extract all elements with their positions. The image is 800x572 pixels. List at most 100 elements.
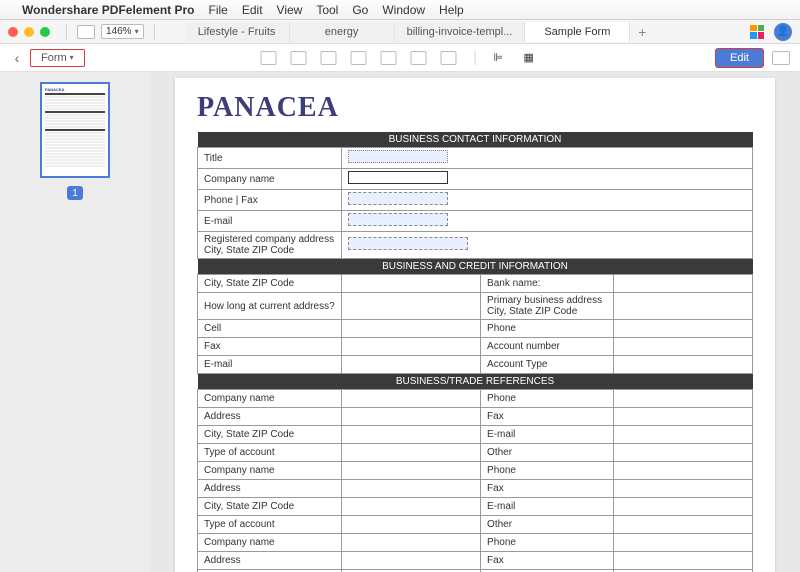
app-name: Wondershare PDFelement Pro bbox=[22, 3, 195, 17]
field-value[interactable] bbox=[342, 426, 481, 444]
field-label: Account Type bbox=[481, 356, 614, 374]
menu-file[interactable]: File bbox=[209, 3, 228, 17]
field-label: E-mail bbox=[481, 426, 614, 444]
menu-window[interactable]: Window bbox=[382, 3, 425, 17]
button-field-icon[interactable] bbox=[411, 51, 427, 65]
field-value[interactable] bbox=[614, 390, 753, 408]
field-label: How long at current address? bbox=[198, 293, 342, 320]
field-value[interactable] bbox=[614, 338, 753, 356]
add-tab-button[interactable]: + bbox=[630, 22, 654, 42]
field-value[interactable] bbox=[342, 169, 753, 190]
field-value[interactable] bbox=[342, 480, 481, 498]
field-value[interactable] bbox=[342, 462, 481, 480]
field-value[interactable] bbox=[342, 356, 481, 374]
section-header: BUSINESS AND CREDIT INFORMATION bbox=[198, 259, 753, 275]
sidebar-toggle-icon[interactable] bbox=[77, 25, 95, 39]
field-value[interactable] bbox=[614, 356, 753, 374]
field-value[interactable] bbox=[342, 516, 481, 534]
field-value[interactable] bbox=[342, 444, 481, 462]
field-label: E-mail bbox=[198, 211, 342, 232]
menu-go[interactable]: Go bbox=[352, 3, 368, 17]
field-value[interactable] bbox=[614, 293, 753, 320]
form-table: BUSINESS CONTACT INFORMATION Title Compa… bbox=[197, 132, 753, 572]
field-label: Address bbox=[198, 408, 342, 426]
more-tool-icon[interactable]: ▦ bbox=[524, 51, 540, 65]
field-value[interactable] bbox=[342, 408, 481, 426]
field-label: Address bbox=[198, 552, 342, 570]
section-header: BUSINESS/TRADE REFERENCES bbox=[198, 374, 753, 390]
field-label: Company name bbox=[198, 169, 342, 190]
signature-field-icon[interactable] bbox=[441, 51, 457, 65]
tab-billing-invoice[interactable]: billing-invoice-templ... bbox=[395, 22, 526, 42]
field-value[interactable] bbox=[342, 211, 753, 232]
field-value[interactable] bbox=[614, 426, 753, 444]
field-value[interactable] bbox=[614, 534, 753, 552]
zoom-window-icon[interactable] bbox=[40, 27, 50, 37]
divider bbox=[66, 24, 67, 40]
field-value[interactable] bbox=[614, 444, 753, 462]
field-label: City, State ZIP Code bbox=[198, 275, 342, 293]
field-label: Phone bbox=[481, 320, 614, 338]
pdf-page: PANACEA BUSINESS CONTACT INFORMATION Tit… bbox=[175, 78, 775, 572]
menubar: Wondershare PDFelement Pro File Edit Vie… bbox=[0, 0, 800, 20]
field-value[interactable] bbox=[614, 516, 753, 534]
minimize-window-icon[interactable] bbox=[24, 27, 34, 37]
field-value[interactable] bbox=[614, 320, 753, 338]
divider bbox=[475, 51, 476, 65]
field-label: Fax bbox=[481, 552, 614, 570]
field-value[interactable] bbox=[342, 320, 481, 338]
page-thumbnail[interactable]: PANACEA bbox=[40, 82, 110, 178]
field-label: City, State ZIP Code bbox=[198, 426, 342, 444]
field-label: Title bbox=[198, 148, 342, 169]
edit-button[interactable]: Edit bbox=[715, 48, 764, 68]
field-value[interactable] bbox=[342, 498, 481, 516]
form-toolbar: ‹ Form▾ ⊫ ▦ Edit bbox=[0, 44, 800, 72]
chevron-down-icon: ▾ bbox=[135, 27, 139, 36]
field-value[interactable] bbox=[614, 275, 753, 293]
field-value[interactable] bbox=[342, 390, 481, 408]
field-value[interactable] bbox=[614, 480, 753, 498]
tab-sample-form[interactable]: Sample Form bbox=[525, 22, 630, 42]
field-value[interactable] bbox=[614, 498, 753, 516]
divider bbox=[154, 24, 155, 40]
field-label: City, State ZIP Code bbox=[198, 498, 342, 516]
panel-toggle-icon[interactable] bbox=[772, 51, 790, 65]
document-viewport[interactable]: PANACEA BUSINESS CONTACT INFORMATION Tit… bbox=[150, 72, 800, 572]
field-value[interactable] bbox=[614, 462, 753, 480]
tab-energy[interactable]: energy bbox=[290, 22, 395, 42]
field-label: Fax bbox=[481, 408, 614, 426]
traffic-lights bbox=[8, 27, 50, 37]
field-value[interactable] bbox=[342, 275, 481, 293]
menu-view[interactable]: View bbox=[277, 3, 303, 17]
radio-field-icon[interactable] bbox=[321, 51, 337, 65]
field-value[interactable] bbox=[342, 552, 481, 570]
field-value[interactable] bbox=[614, 552, 753, 570]
tab-lifestyle-fruits[interactable]: Lifestyle - Fruits bbox=[185, 22, 290, 42]
zoom-selector[interactable]: 146%▾ bbox=[101, 24, 144, 39]
field-label: Type of account bbox=[198, 516, 342, 534]
back-button[interactable]: ‹ bbox=[10, 51, 24, 65]
menu-tool[interactable]: Tool bbox=[316, 3, 338, 17]
field-value[interactable] bbox=[342, 190, 753, 211]
menu-edit[interactable]: Edit bbox=[242, 3, 263, 17]
combobox-field-icon[interactable] bbox=[351, 51, 367, 65]
align-tool-icon[interactable]: ⊫ bbox=[494, 51, 510, 65]
apps-grid-icon[interactable] bbox=[750, 25, 764, 39]
listbox-field-icon[interactable] bbox=[381, 51, 397, 65]
field-label: Phone bbox=[481, 462, 614, 480]
field-value[interactable] bbox=[614, 408, 753, 426]
field-value[interactable] bbox=[342, 232, 753, 259]
field-label: Phone | Fax bbox=[198, 190, 342, 211]
user-avatar-icon[interactable]: 👤 bbox=[774, 23, 792, 41]
field-value[interactable] bbox=[342, 338, 481, 356]
field-value[interactable] bbox=[342, 534, 481, 552]
field-value[interactable] bbox=[342, 293, 481, 320]
field-label: Address bbox=[198, 480, 342, 498]
form-dropdown-button[interactable]: Form▾ bbox=[30, 49, 85, 67]
close-window-icon[interactable] bbox=[8, 27, 18, 37]
checkbox-field-icon[interactable] bbox=[291, 51, 307, 65]
field-value[interactable] bbox=[342, 148, 753, 169]
menu-help[interactable]: Help bbox=[439, 3, 464, 17]
page-number-badge[interactable]: 1 bbox=[67, 186, 83, 200]
text-field-icon[interactable] bbox=[261, 51, 277, 65]
